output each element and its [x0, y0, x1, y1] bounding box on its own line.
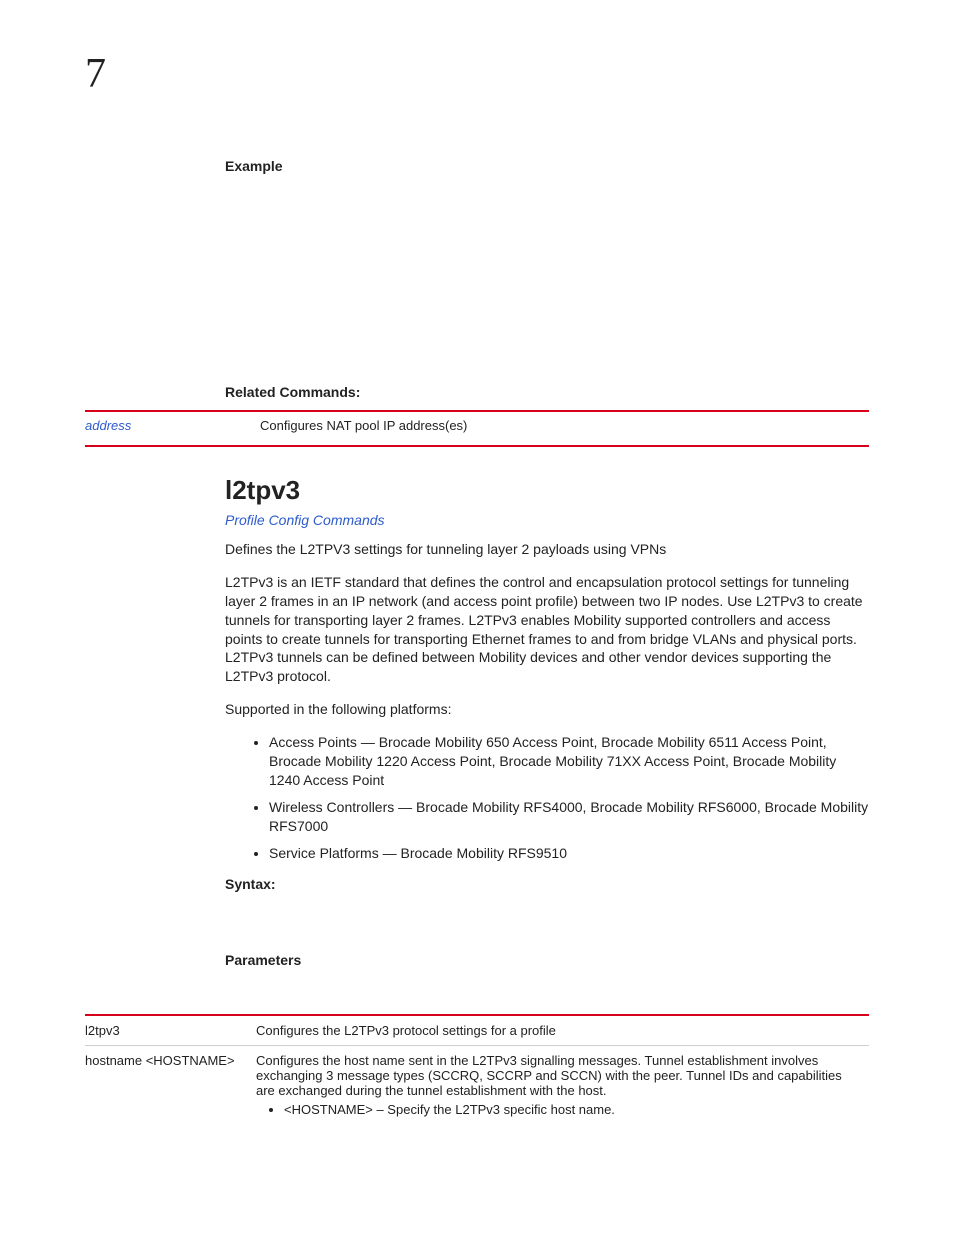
- param-desc: Configures the L2TPv3 protocol settings …: [256, 1016, 869, 1045]
- table-row: l2tpv3 Configures the L2TPv3 protocol se…: [85, 1016, 869, 1045]
- content-column: Example Related Commands:: [225, 158, 869, 400]
- param-key: hostname <HOSTNAME>: [85, 1046, 256, 1124]
- profile-config-link[interactable]: Profile Config Commands: [225, 512, 869, 528]
- table-row: hostname <HOSTNAME> Configures the host …: [85, 1046, 869, 1124]
- param-desc: Configures the host name sent in the L2T…: [256, 1053, 842, 1098]
- parameters-heading: Parameters: [225, 952, 869, 968]
- list-item: Wireless Controllers — Brocade Mobility …: [269, 798, 869, 836]
- body-text: Supported in the following platforms:: [225, 700, 869, 719]
- body-text: Defines the L2TPV3 settings for tunnelin…: [225, 540, 869, 559]
- list-item: Access Points — Brocade Mobility 650 Acc…: [269, 733, 869, 790]
- list-item: <HOSTNAME> – Specify the L2TPv3 specific…: [284, 1102, 863, 1117]
- section-title: l2tpv3: [225, 475, 869, 506]
- related-row: address Configures NAT pool IP address(e…: [85, 412, 869, 439]
- parameters-table: l2tpv3 Configures the L2TPv3 protocol se…: [85, 1016, 869, 1124]
- chapter-number: 7: [85, 50, 869, 98]
- param-desc-cell: Configures the host name sent in the L2T…: [256, 1046, 869, 1124]
- syntax-placeholder: [225, 902, 869, 952]
- spacer: [85, 978, 869, 1008]
- example-placeholder: [225, 184, 869, 384]
- related-commands-heading: Related Commands:: [225, 384, 869, 400]
- platforms-list: Access Points — Brocade Mobility 650 Acc…: [225, 733, 869, 862]
- page: 7 Example Related Commands: address Conf…: [0, 0, 954, 1204]
- table-bottom-rule: [85, 445, 869, 447]
- body-text: L2TPv3 is an IETF standard that defines …: [225, 573, 869, 686]
- related-command-link[interactable]: address: [85, 412, 260, 439]
- related-command-desc: Configures NAT pool IP address(es): [260, 412, 869, 439]
- param-key: l2tpv3: [85, 1016, 256, 1045]
- content-column: l2tpv3 Profile Config Commands Defines t…: [225, 475, 869, 968]
- param-sublist: <HOSTNAME> – Specify the L2TPv3 specific…: [256, 1102, 863, 1117]
- syntax-heading: Syntax:: [225, 876, 869, 892]
- list-item: Service Platforms — Brocade Mobility RFS…: [269, 844, 869, 863]
- related-commands-table: address Configures NAT pool IP address(e…: [85, 412, 869, 439]
- example-heading: Example: [225, 158, 869, 174]
